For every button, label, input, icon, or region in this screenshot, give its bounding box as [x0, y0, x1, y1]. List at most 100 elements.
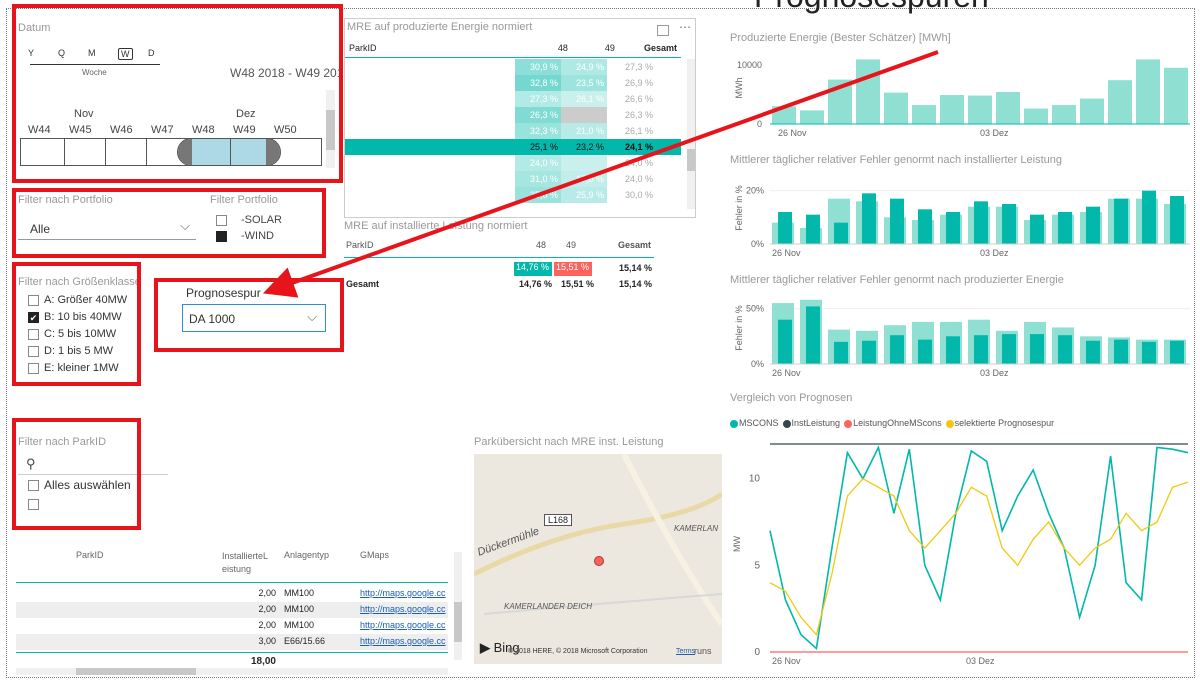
energy-bar[interactable] — [856, 59, 880, 124]
matrix2-col-48[interactable]: 48 — [536, 240, 546, 250]
table-row[interactable]: 2,00 MM100 http://maps.google.cc — [16, 586, 448, 602]
energy-bar[interactable] — [1136, 59, 1160, 124]
error-bar-dark[interactable] — [806, 214, 820, 244]
legend-item[interactable]: selektierte Prognosespur — [945, 418, 1054, 428]
matrix1-col-49[interactable]: 49 — [572, 41, 619, 55]
energy-bar[interactable] — [1164, 67, 1188, 124]
error-bar-dark[interactable] — [1142, 190, 1156, 244]
matrix1-scrollbar[interactable] — [687, 59, 695, 209]
error-bar-dark[interactable] — [806, 306, 820, 364]
matrix1-row[interactable]: 35,0 % 25,9 % 30,0 % — [345, 187, 681, 203]
energy-bar[interactable] — [800, 110, 824, 124]
energy-bar[interactable] — [772, 106, 796, 124]
legend-dot-icon — [730, 419, 738, 428]
energy-bar[interactable] — [968, 95, 992, 124]
energy-bar[interactable] — [884, 92, 908, 124]
error-bar-dark[interactable] — [862, 193, 876, 244]
matrix1-row[interactable]: 32,3 % 21,0 % 26,1 % — [345, 123, 681, 139]
matrix1-cell-total: 30,0 % — [624, 190, 653, 200]
matrix1-col-48[interactable]: 48 — [525, 41, 572, 55]
error-bar-dark[interactable] — [1002, 204, 1016, 244]
error-bar-dark[interactable] — [946, 212, 960, 244]
energy-bar[interactable] — [1080, 98, 1104, 124]
matrix1-row[interactable]: 30,9 % 24,9 % 27,3 % — [345, 59, 681, 75]
table-cell-power: 2,00 — [258, 620, 276, 630]
page-title: Prognosespuren — [754, 0, 989, 15]
energy-bar[interactable] — [1024, 108, 1048, 124]
matrix1-col-total[interactable]: Gesamt — [619, 41, 681, 55]
energy-bar[interactable] — [1052, 105, 1076, 124]
line-mscons[interactable] — [769, 445, 1189, 651]
matrix1-row[interactable]: 26,3 % 26,3 % — [345, 107, 681, 123]
error-bar-dark[interactable] — [918, 339, 932, 364]
energy-bar[interactable] — [1108, 80, 1132, 124]
matrix1-row[interactable]: 32,8 % 23,5 % 26,9 % — [345, 75, 681, 91]
table-cell-link[interactable]: http://maps.google.cc — [360, 604, 448, 614]
error-bar-dark[interactable] — [834, 341, 848, 364]
y-tick-label: 10000 — [737, 60, 762, 70]
error-bar-dark[interactable] — [1086, 206, 1100, 244]
table-row[interactable]: 3,00 E66/15.66 http://maps.google.cc — [16, 634, 448, 650]
error-bar-dark[interactable] — [890, 198, 904, 244]
table-cell-link[interactable]: http://maps.google.cc — [360, 620, 448, 630]
map-terms-link[interactable]: Terms — [676, 648, 695, 655]
energy-bar[interactable] — [912, 105, 936, 124]
error-bar-dark[interactable] — [1086, 340, 1100, 364]
error-bar-dark[interactable] — [1142, 341, 1156, 364]
matrix1-row[interactable]: 25,1 % 23,2 % 24,1 % — [345, 139, 681, 155]
error-bar-dark[interactable] — [1058, 212, 1072, 244]
chart-compare: Vergleich von Prognosen MSCONS InstLeistu… — [730, 392, 1192, 676]
more-options-icon[interactable]: ⋯ — [679, 20, 691, 34]
matrix1-row[interactable]: 27,3 % 26,1 % 26,6 % — [345, 91, 681, 107]
park-table-col-type[interactable]: Anlagentyp — [284, 550, 329, 560]
error-bar-dark[interactable] — [862, 340, 876, 364]
error-bar-dark[interactable] — [778, 319, 792, 364]
line-selektierte-prognose[interactable] — [769, 477, 1189, 637]
error-bar-dark[interactable] — [778, 212, 792, 244]
matrix-mre-installed: MRE auf installierte Leistung normiert P… — [344, 220, 696, 300]
park-table-col-gmaps[interactable]: GMaps — [360, 550, 389, 560]
park-map[interactable]: Parkübersicht nach MRE inst. Leistung L1… — [474, 436, 722, 666]
error-bar-dark[interactable] — [1170, 340, 1184, 364]
matrix1-row[interactable]: 24,0 % 24,0 % — [345, 155, 681, 171]
energy-bar[interactable] — [996, 92, 1020, 124]
energy-bar[interactable] — [828, 79, 852, 124]
park-table-scrollbar-v[interactable] — [454, 552, 462, 660]
matrix2-col-49[interactable]: 49 — [566, 240, 576, 250]
error-bar-dark[interactable] — [834, 222, 848, 244]
error-bar-dark[interactable] — [1030, 214, 1044, 244]
table-cell-link[interactable]: http://maps.google.cc — [360, 636, 448, 646]
matrix1-cell-48: 31,0 % — [515, 171, 561, 187]
park-table-col-power[interactable]: InstallierteL eistung — [222, 550, 278, 576]
legend-item[interactable]: MSCONS — [730, 418, 779, 428]
matrix1-cell-48: 35,0 % — [515, 187, 561, 203]
legend-item[interactable]: LeistungOhneMScons — [844, 418, 942, 428]
legend-item[interactable]: InstLeistung — [782, 418, 840, 428]
table-row[interactable]: 2,00 MM100 http://maps.google.cc — [16, 618, 448, 634]
error-bar-dark[interactable] — [890, 335, 904, 364]
park-table-col-parkid[interactable]: ParkID — [76, 550, 104, 560]
error-bar-dark[interactable] — [1170, 196, 1184, 244]
error-bar-dark[interactable] — [1002, 334, 1016, 364]
table-row[interactable]: 2,00 MM100 http://maps.google.cc — [16, 602, 448, 618]
error-bar-dark[interactable] — [946, 336, 960, 364]
park-table-total: 18,00 — [250, 656, 276, 667]
error-bar-dark[interactable] — [974, 335, 988, 364]
error-bar-dark[interactable] — [918, 209, 932, 244]
error-bar-dark[interactable] — [1030, 334, 1044, 364]
error-bar-dark[interactable] — [1058, 335, 1072, 364]
matrix1-col-parkid[interactable]: ParkID — [345, 41, 525, 55]
error-bar-dark[interactable] — [974, 201, 988, 244]
matrix2-cell-48: 14,76 % — [514, 262, 552, 276]
park-table-scrollbar-h[interactable] — [16, 668, 448, 675]
error-bar-dark[interactable] — [1114, 339, 1128, 364]
table-cell-link[interactable]: http://maps.google.cc — [360, 588, 448, 598]
map-park-marker[interactable] — [594, 556, 604, 566]
energy-bar[interactable] — [940, 94, 964, 124]
error-bar-dark[interactable] — [1114, 198, 1128, 244]
chart-err2-title: Mittlerer täglicher relativer Fehler gen… — [730, 274, 1064, 286]
matrix2-col-total[interactable]: Gesamt — [618, 240, 651, 250]
focus-mode-icon[interactable] — [657, 25, 669, 36]
matrix1-row[interactable]: 31,0 % 17,0 % 24,0 % — [345, 171, 681, 187]
matrix2-col-parkid[interactable]: ParkID — [346, 240, 374, 250]
